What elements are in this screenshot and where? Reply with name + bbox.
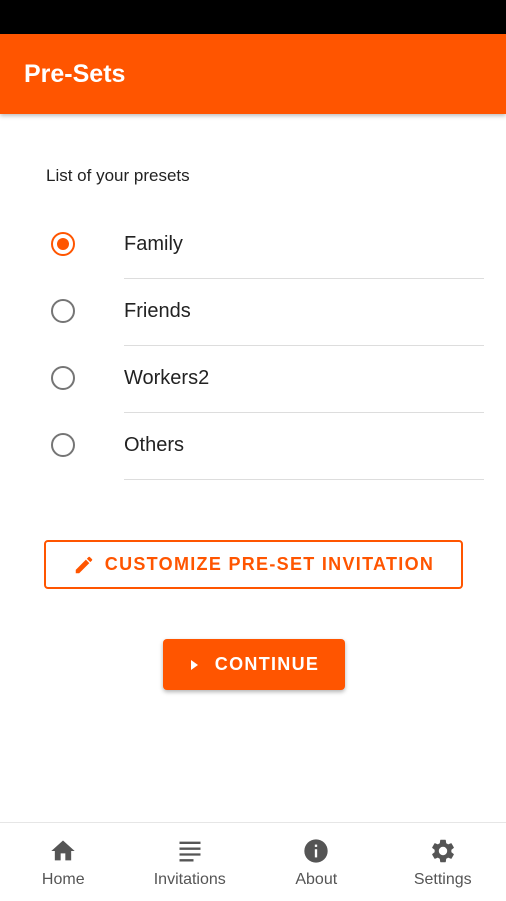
radio-button[interactable] (51, 366, 75, 390)
status-bar (0, 0, 506, 34)
continue-button[interactable]: CONTINUE (163, 639, 345, 690)
presets-heading: List of your presets (46, 166, 190, 186)
info-icon (302, 837, 330, 865)
radio-button[interactable] (51, 433, 75, 457)
gear-icon (429, 837, 457, 865)
nav-item-invitations[interactable]: Invitations (127, 823, 254, 901)
nav-item-about[interactable]: About (253, 823, 380, 901)
nav-label: About (295, 871, 337, 889)
pencil-icon (73, 554, 95, 576)
home-icon (49, 837, 77, 865)
nav-label: Home (42, 871, 85, 889)
radio-button[interactable] (51, 299, 75, 323)
list-icon (176, 837, 204, 865)
nav-label: Invitations (154, 871, 226, 889)
continue-button-label: CONTINUE (215, 654, 319, 675)
preset-option-family[interactable]: Family (0, 212, 506, 279)
nav-item-settings[interactable]: Settings (380, 823, 506, 901)
page-title: Pre-Sets (24, 34, 125, 114)
radio-button-selected[interactable] (51, 232, 75, 256)
preset-option-others[interactable]: Others (0, 413, 506, 480)
nav-label: Settings (414, 871, 472, 889)
preset-label: Friends (124, 279, 191, 343)
preset-label: Others (124, 413, 184, 477)
customize-preset-invitation-button[interactable]: CUSTOMIZE PRE-SET INVITATION (44, 540, 463, 589)
preset-option-friends[interactable]: Friends (0, 279, 506, 346)
divider (124, 479, 484, 480)
app-bar: Pre-Sets (0, 34, 506, 114)
preset-label: Family (124, 212, 183, 276)
preset-label: Workers2 (124, 346, 209, 410)
preset-option-workers2[interactable]: Workers2 (0, 346, 506, 413)
customize-button-label: CUSTOMIZE PRE-SET INVITATION (105, 554, 434, 575)
play-arrow-icon (189, 659, 199, 671)
bottom-navigation: Home Invitations About Settings (0, 822, 506, 901)
nav-item-home[interactable]: Home (0, 823, 127, 901)
